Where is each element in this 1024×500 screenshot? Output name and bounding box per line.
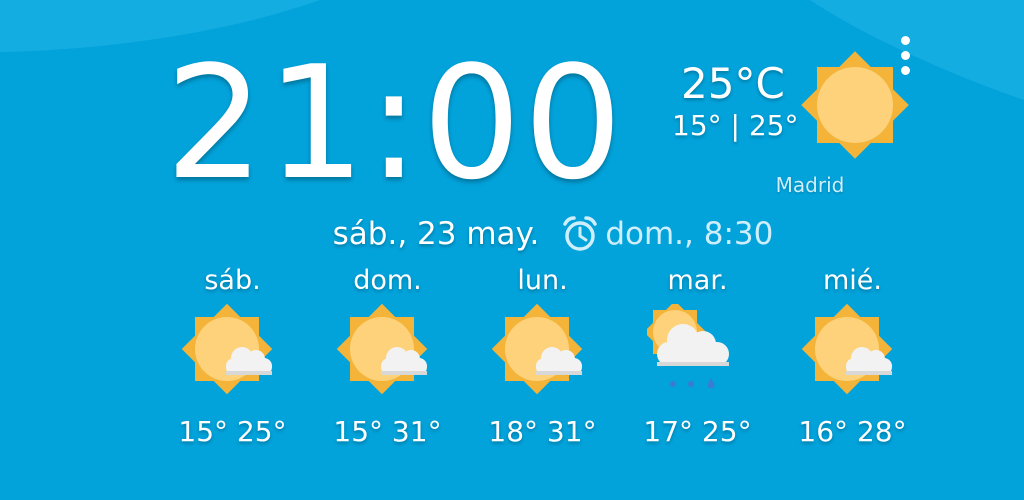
more-vert-icon	[900, 36, 910, 45]
forecast-row: sáb. 15° 25° dom. 15° 31° lun. 18° 31° m…	[155, 262, 930, 462]
forecast-day[interactable]: mié. 16° 28°	[775, 262, 930, 462]
forecast-temps: 17° 25°	[643, 415, 752, 448]
next-alarm[interactable]: dom., 8:30	[605, 213, 773, 255]
forecast-day-name: dom.	[353, 265, 422, 296]
forecast-day-name: sáb.	[204, 265, 261, 296]
forecast-day[interactable]: mar. 17° 25°	[620, 262, 775, 462]
current-temp-range: 15° | 25°	[672, 109, 799, 142]
alarm-clock-icon[interactable]	[561, 215, 599, 253]
sun-cloud-rain-icon	[647, 304, 729, 389]
forecast-day[interactable]: sáb. 15° 25°	[155, 262, 310, 462]
current-temperature: 25°C	[681, 59, 785, 108]
forecast-temps: 15° 31°	[333, 415, 442, 448]
sun-cloud-icon	[492, 304, 583, 395]
forecast-temps: 16° 28°	[798, 415, 907, 448]
sun-cloud-icon	[182, 304, 273, 395]
forecast-temps: 15° 25°	[178, 415, 287, 448]
current-date: sáb., 23 may.	[332, 216, 540, 252]
sun-cloud-icon	[337, 304, 428, 395]
sun-cloud-icon	[802, 304, 893, 395]
forecast-temps: 18° 31°	[488, 415, 597, 448]
clock-time[interactable]: 21:00	[165, 38, 665, 208]
forecast-day-name: mié.	[823, 265, 882, 296]
forecast-day[interactable]: dom. 15° 31°	[310, 262, 465, 462]
date-alarm-row: sáb., 23 may. dom., 8:30	[0, 213, 1024, 255]
forecast-day-name: lun.	[517, 265, 568, 296]
sun-icon[interactable]	[800, 50, 910, 160]
city-name[interactable]: Madrid	[740, 170, 880, 200]
forecast-day[interactable]: lun. 18° 31°	[465, 262, 620, 462]
forecast-day-name: mar.	[667, 265, 728, 296]
